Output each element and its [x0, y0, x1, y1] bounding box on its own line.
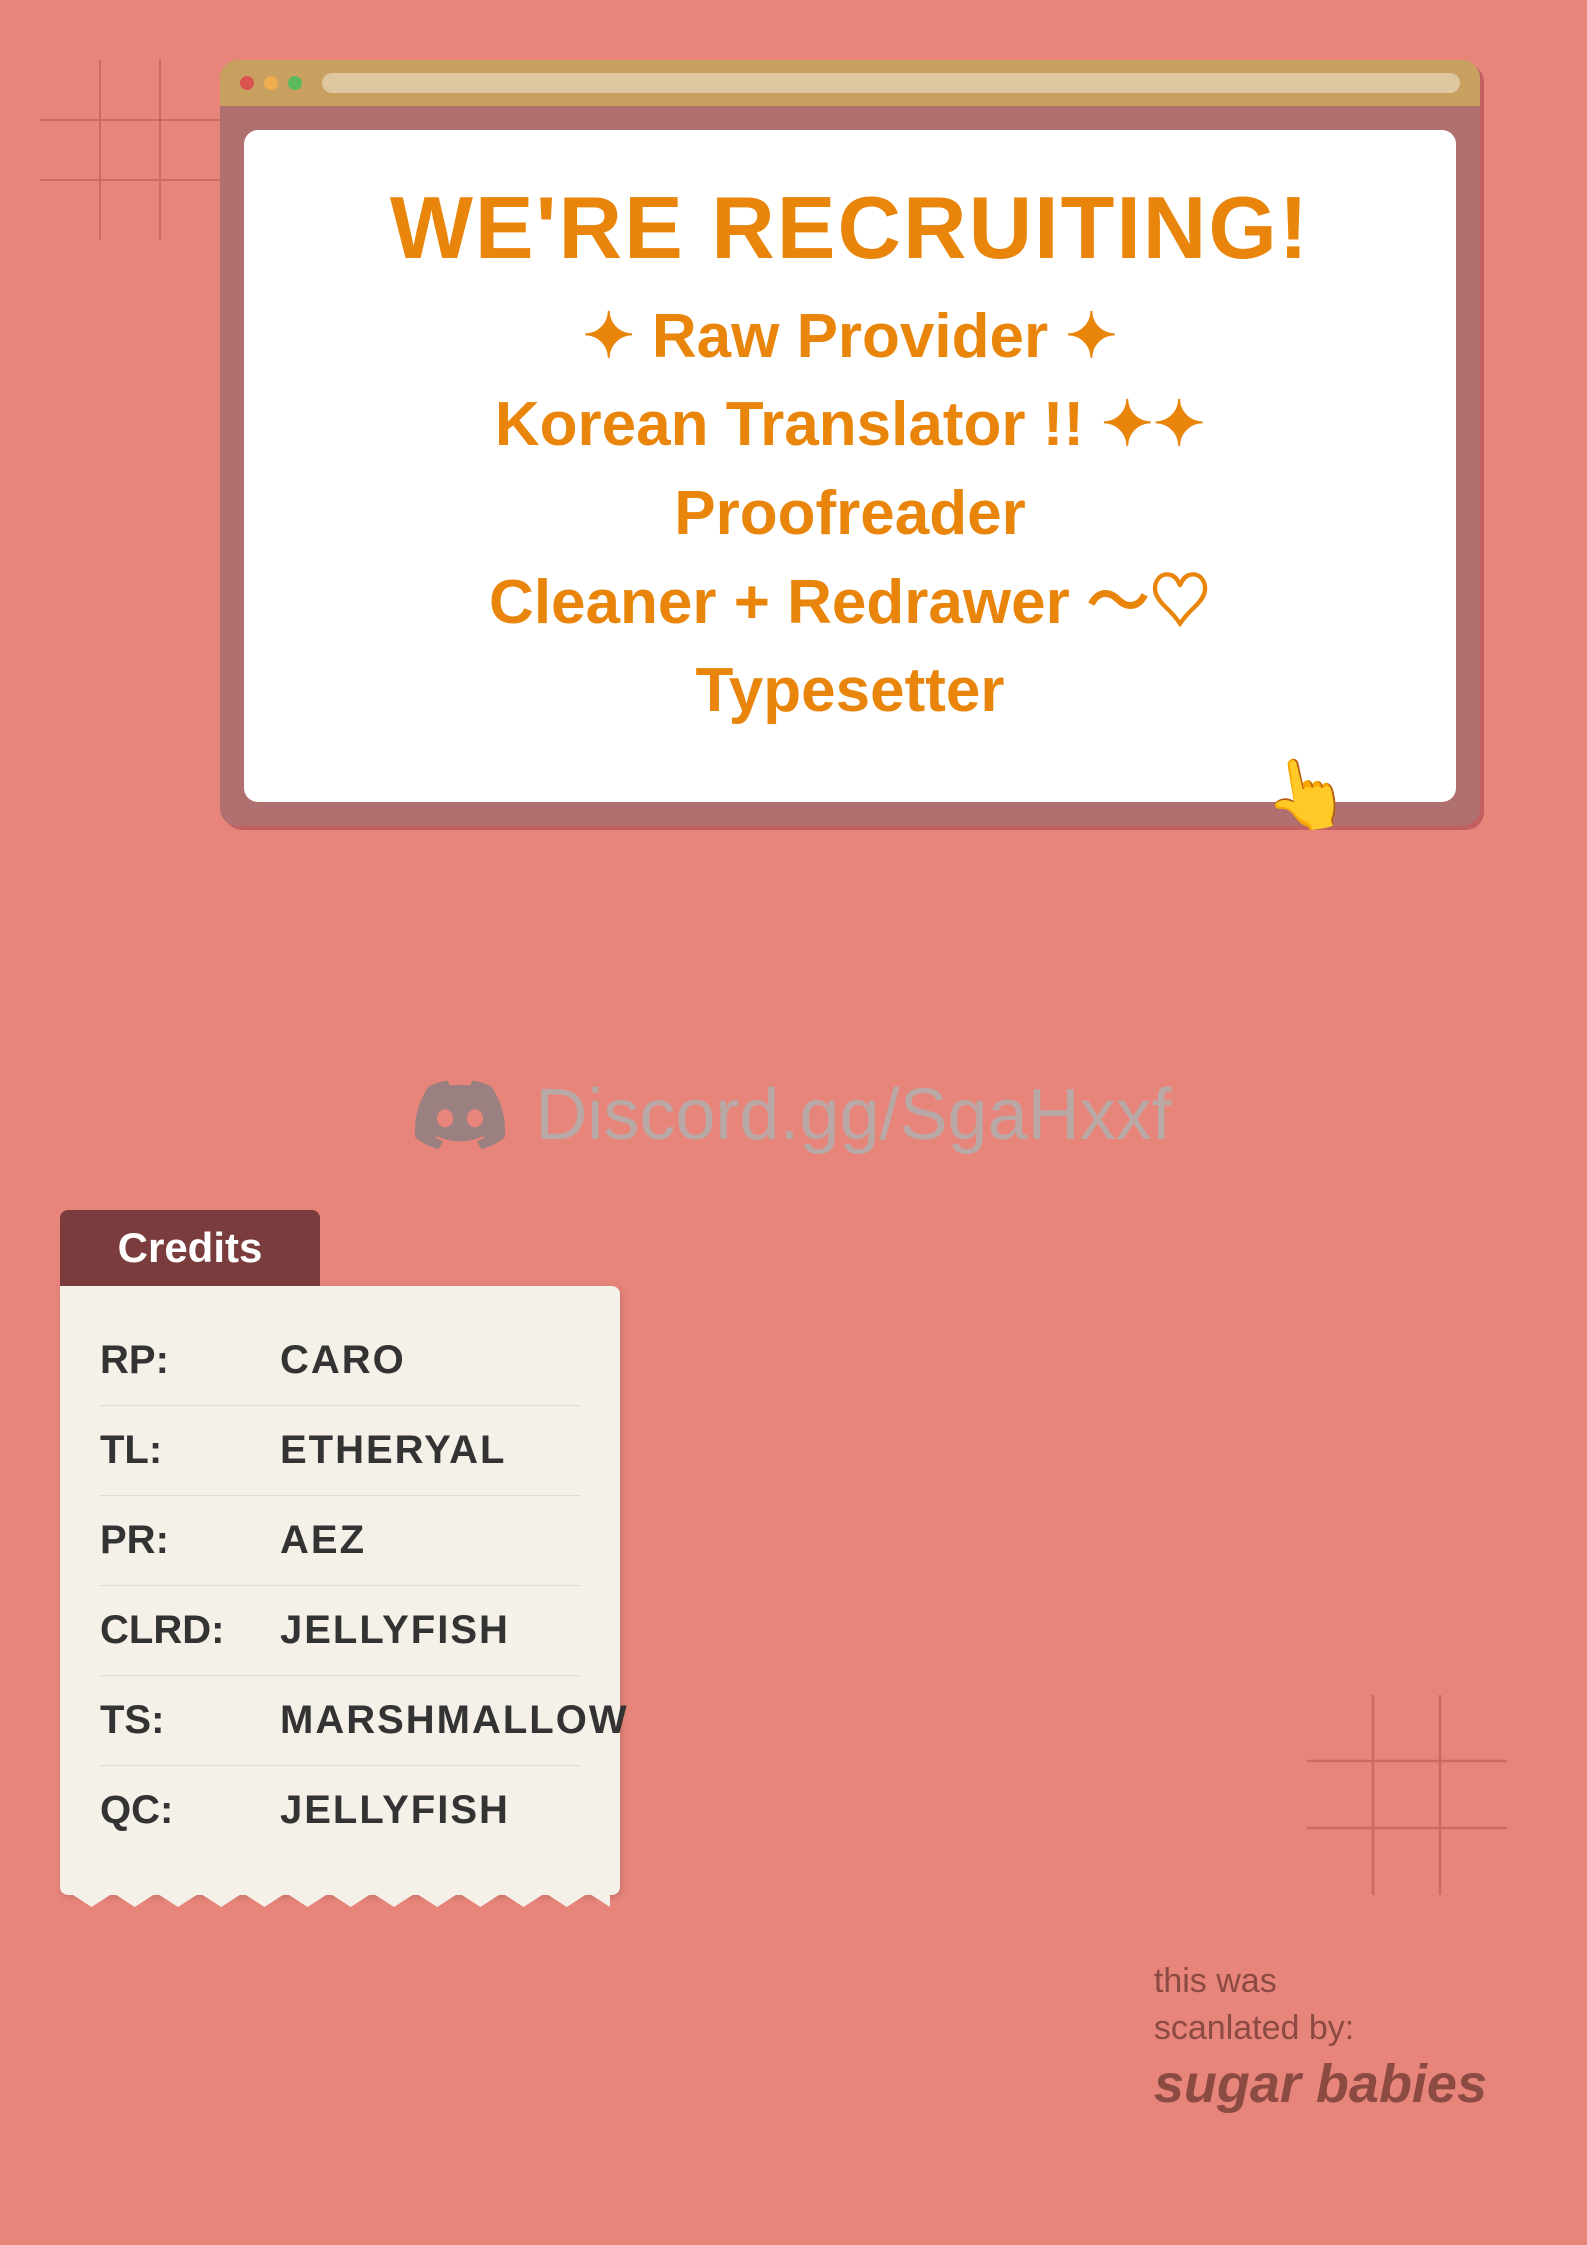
grid-decoration-topleft [40, 60, 220, 240]
browser-content: WE'RE RECRUITING! ✦ Raw Provider ✦ Korea… [220, 106, 1480, 826]
credits-section: Credits RP: CARO TL: ETHERYAL PR: AEZ CL… [60, 1210, 620, 1895]
recruiting-items: ✦ Raw Provider ✦ Korean Translator !! ✦✦… [304, 297, 1396, 732]
credits-value-tl: ETHERYAL [280, 1428, 506, 1473]
credits-label-clrd: CLRD: [100, 1608, 280, 1653]
recruiting-item-5: Typesetter [696, 651, 1005, 732]
credits-header: Credits [60, 1210, 320, 1286]
browser-window: WE'RE RECRUITING! ✦ Raw Provider ✦ Korea… [220, 60, 1480, 826]
credits-label-qc: QC: [100, 1788, 280, 1833]
dot-green [288, 76, 302, 90]
discord-section: Discord.gg/SgaHxxf [0, 1070, 1587, 1160]
recruiting-item-2: Korean Translator !! ✦✦ [495, 385, 1205, 466]
cursor-hand-icon: 👆 [1256, 747, 1356, 843]
table-row: RP: CARO [100, 1316, 580, 1406]
credits-value-rp: CARO [280, 1338, 406, 1383]
browser-urlbar [322, 73, 1460, 93]
table-row: QC: JELLYFISH [100, 1766, 580, 1855]
credits-value-clrd: JELLYFISH [280, 1608, 510, 1653]
recruiting-item-3: Proofreader [674, 474, 1025, 555]
credits-label-ts: TS: [100, 1698, 280, 1743]
credits-value-ts: MARSHMALLOW [280, 1698, 629, 1743]
grid-decoration-bottomright [1307, 1695, 1507, 1895]
table-row: TS: MARSHMALLOW [100, 1676, 580, 1766]
credits-label-tl: TL: [100, 1428, 280, 1473]
recruiting-title: WE'RE RECRUITING! [304, 180, 1396, 277]
credits-value-qc: JELLYFISH [280, 1788, 510, 1833]
discord-link[interactable]: Discord.gg/SgaHxxf [535, 1074, 1171, 1156]
scanlated-brand: sugar babies [1154, 2053, 1487, 2115]
table-row: CLRD: JELLYFISH [100, 1586, 580, 1676]
table-row: TL: ETHERYAL [100, 1406, 580, 1496]
scanlated-section: this was scanlated by: sugar babies [1154, 1958, 1487, 2115]
browser-inner: WE'RE RECRUITING! ✦ Raw Provider ✦ Korea… [244, 130, 1456, 802]
scanlated-line1: this was scanlated by: [1154, 1958, 1487, 2053]
credits-body: RP: CARO TL: ETHERYAL PR: AEZ CLRD: JELL… [60, 1286, 620, 1895]
credits-label-pr: PR: [100, 1518, 280, 1563]
dot-red [240, 76, 254, 90]
dot-yellow [264, 76, 278, 90]
discord-icon [415, 1070, 505, 1160]
browser-titlebar [220, 60, 1480, 106]
credits-value-pr: AEZ [280, 1518, 366, 1563]
table-row: PR: AEZ [100, 1496, 580, 1586]
recruiting-item-4: Cleaner + Redrawer ～♡ [489, 563, 1211, 644]
recruiting-item-1: ✦ Raw Provider ✦ [583, 297, 1118, 378]
credits-label-rp: RP: [100, 1338, 280, 1383]
